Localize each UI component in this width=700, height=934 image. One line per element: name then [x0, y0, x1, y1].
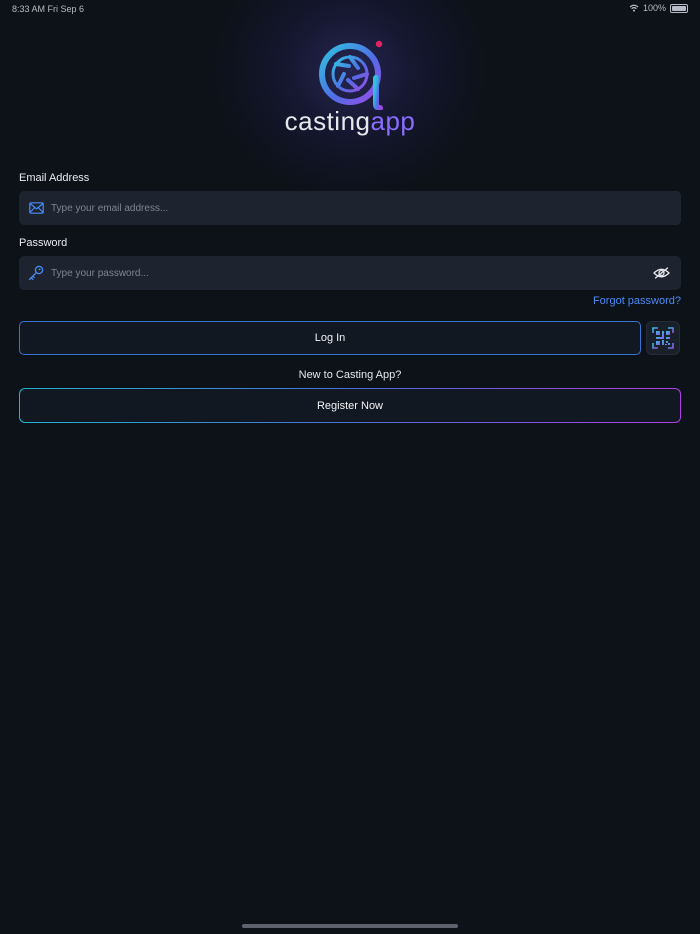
new-user-prompt: New to Casting App?	[298, 369, 402, 381]
email-input[interactable]	[49, 190, 681, 226]
eye-slash-icon[interactable]	[651, 263, 671, 283]
password-input[interactable]	[49, 255, 651, 291]
aperture-logo-icon	[319, 40, 383, 110]
home-indicator[interactable]	[242, 924, 458, 928]
qr-login-button[interactable]	[646, 321, 680, 355]
password-label: Password	[19, 237, 68, 249]
status-time-date: 8:33 AM Fri Sep 6	[12, 4, 85, 14]
battery-icon	[670, 3, 688, 13]
email-label: Email Address	[19, 172, 90, 184]
logo-wordmark: castingapp	[250, 106, 450, 137]
email-field[interactable]	[19, 190, 681, 226]
battery-percent: 100%	[642, 3, 666, 13]
qr-code-icon	[652, 327, 674, 349]
app-logo: castingapp	[250, 34, 450, 144]
register-button-label: Register Now	[20, 389, 680, 422]
login-button[interactable]: Log In	[19, 321, 641, 355]
status-right-group: 100%	[629, 3, 688, 13]
forgot-password-link[interactable]: Forgot password?	[593, 295, 681, 307]
wifi-icon	[629, 4, 639, 12]
logo-word-app: app	[370, 106, 416, 136]
login-screen: 8:33 AM Fri Sep 6 100% castingapp Email …	[0, 0, 700, 934]
key-icon	[27, 264, 45, 282]
password-field[interactable]	[19, 255, 681, 291]
envelope-icon	[27, 199, 45, 217]
status-bar: 8:33 AM Fri Sep 6 100%	[0, 0, 700, 18]
logo-word-casting: casting	[284, 106, 371, 136]
register-button[interactable]: Register Now	[19, 388, 681, 423]
